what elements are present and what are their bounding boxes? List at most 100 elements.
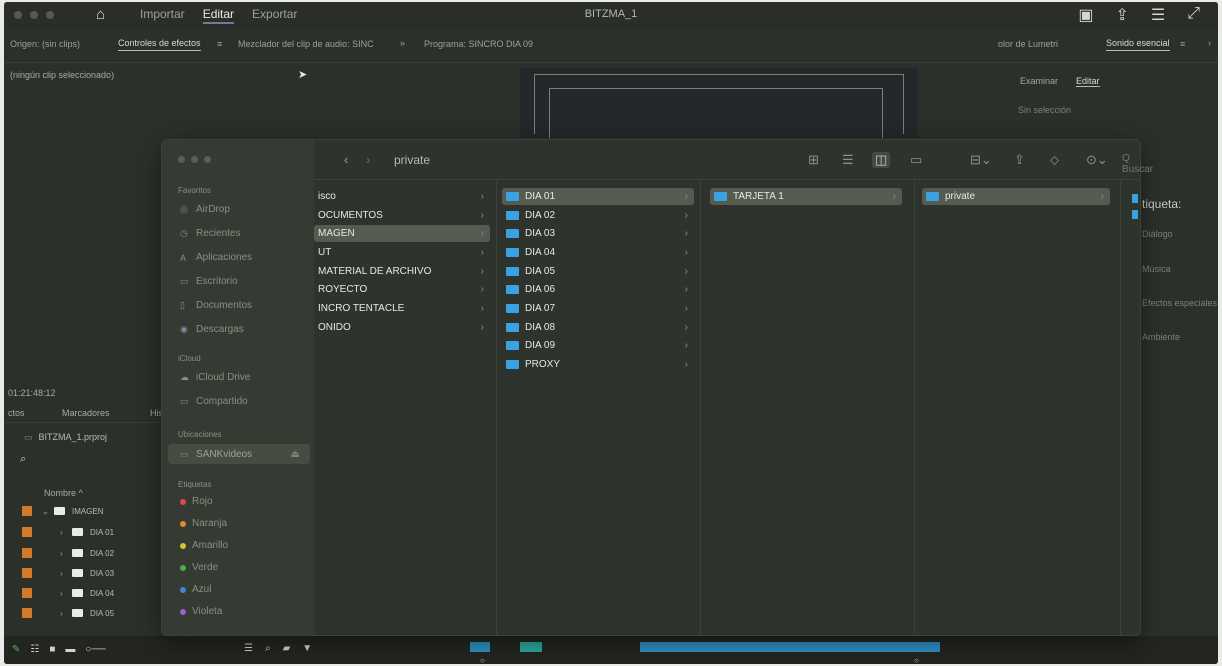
- finder-item-col2[interactable]: DIA 04 ›: [502, 244, 694, 261]
- finder-item-col1[interactable]: OCUMENTOS ›: [314, 207, 490, 224]
- sidebar-item-downloads[interactable]: ◉ Descargas: [180, 324, 244, 335]
- finder-item-col1[interactable]: isco ›: [314, 188, 490, 205]
- workspaces-icon[interactable]: ▣: [1078, 5, 1093, 25]
- tab-edit[interactable]: Editar: [1076, 76, 1100, 87]
- finder-item-col4-selected[interactable]: private ›: [922, 188, 1110, 205]
- pencil-icon[interactable]: ✎: [12, 644, 20, 655]
- close-window-button[interactable]: [14, 11, 22, 19]
- tab-lumetri-color[interactable]: olor de Lumetri: [998, 39, 1058, 49]
- list-view-icon[interactable]: ☰: [842, 152, 854, 168]
- tab-essential-sound[interactable]: Sonido esencial: [1106, 38, 1170, 51]
- finder-item-col2[interactable]: DIA 07 ›: [502, 300, 694, 317]
- name-column-header[interactable]: Nombre ^: [44, 488, 83, 498]
- timeline-audio-track[interactable]: [640, 642, 940, 652]
- list-view-icon[interactable]: ☷: [30, 644, 39, 655]
- finder-item-col1[interactable]: MATERIAL DE ARCHIVO ›: [314, 263, 490, 280]
- zoom-window-button[interactable]: [46, 11, 54, 19]
- finder-item-col2[interactable]: DIA 06 ›: [502, 281, 694, 298]
- finder-item-col1[interactable]: INCRO TENTACLE ›: [314, 300, 490, 317]
- tab-source[interactable]: Origen: (sin clips): [10, 39, 80, 49]
- expand-icon[interactable]: ⌄: [42, 507, 54, 516]
- finder-item-col1[interactable]: ONIDO ›: [314, 319, 490, 336]
- icon-view-icon[interactable]: ■: [49, 644, 55, 655]
- panel-scroll-icon[interactable]: ›: [1208, 38, 1211, 48]
- sidebar-tag-green[interactable]: Verde: [180, 562, 218, 573]
- delete-icon[interactable]: ▼: [302, 643, 312, 654]
- nav-import[interactable]: Importar: [140, 7, 185, 24]
- minimize-window-button[interactable]: [30, 11, 38, 19]
- column-view-icon[interactable]: ◫: [872, 152, 891, 168]
- project-search-icon[interactable]: ⌕: [20, 453, 26, 466]
- finder-item-col2[interactable]: DIA 05 ›: [502, 263, 694, 280]
- share-icon[interactable]: ⇪: [1014, 152, 1025, 168]
- sidebar-item-icloud-drive[interactable]: ☁ iCloud Drive: [180, 372, 250, 383]
- sidebar-item-shared[interactable]: ▭ Compartido: [180, 396, 248, 407]
- fullscreen-icon[interactable]: ⤢: [1187, 5, 1200, 25]
- finder-item-col2[interactable]: DIA 08 ›: [502, 319, 694, 336]
- finder-minimize-button[interactable]: [191, 156, 198, 163]
- sidebar-tag-blue[interactable]: Azul: [180, 584, 211, 595]
- forward-chevron-icon[interactable]: ›: [366, 152, 370, 167]
- chevron-right-icon[interactable]: ›: [60, 589, 72, 598]
- chevron-right-icon[interactable]: ›: [60, 609, 72, 618]
- sidebar-tag-orange[interactable]: Naranja: [180, 518, 227, 529]
- sidebar-tag-red[interactable]: Rojo: [180, 496, 213, 507]
- finder-item-col2[interactable]: DIA 09 ›: [502, 337, 694, 354]
- type-sfx-button[interactable]: Efectos especiales: [1142, 298, 1217, 308]
- zoom-slider-icon[interactable]: ○──: [85, 644, 105, 655]
- tag-icon[interactable]: ⬦: [1050, 152, 1059, 168]
- tab-browse[interactable]: Examinar: [1020, 76, 1058, 86]
- type-ambience-button[interactable]: Ambiente: [1142, 332, 1180, 342]
- finder-item-col3-selected[interactable]: TARJETA 1 ›: [710, 188, 902, 205]
- sidebar-tag-violet[interactable]: Violeta: [180, 606, 222, 617]
- folder-icon[interactable]: [1132, 210, 1138, 219]
- sidebar-tag-yellow[interactable]: Amarillo: [180, 540, 228, 551]
- project-row[interactable]: › DIA 05: [22, 606, 114, 620]
- finder-zoom-button[interactable]: [204, 156, 211, 163]
- chevron-right-icon[interactable]: ›: [60, 569, 72, 578]
- home-icon[interactable]: ⌂: [96, 6, 105, 23]
- finder-search-field[interactable]: Q Buscar: [1122, 153, 1153, 175]
- finder-item-col1[interactable]: UT ›: [314, 244, 490, 261]
- grid-view-icon[interactable]: ⊞: [808, 152, 819, 168]
- freeform-view-icon[interactable]: ▬: [65, 644, 75, 655]
- chevron-right-icon[interactable]: ›: [60, 549, 72, 558]
- finder-item-col1[interactable]: ROYECTO ›: [314, 281, 490, 298]
- more-panels-icon[interactable]: »: [400, 38, 405, 48]
- tab-program-monitor[interactable]: Programa: SINCRO DIA 09: [424, 39, 533, 49]
- essential-sound-menu-icon[interactable]: ≡: [1180, 39, 1185, 49]
- gallery-view-icon[interactable]: ▭: [910, 152, 922, 168]
- sidebar-item-applications[interactable]: A Aplicaciones: [180, 252, 252, 263]
- timeline-clip[interactable]: [520, 642, 542, 652]
- folder-icon[interactable]: [1132, 194, 1138, 203]
- tab-audio-clip-mixer[interactable]: Mezclador del clip de audio: SINC: [238, 39, 374, 49]
- finder-close-button[interactable]: [178, 156, 185, 163]
- sidebar-item-airdrop[interactable]: ◎ AirDrop: [180, 204, 230, 215]
- nav-export[interactable]: Exportar: [252, 7, 297, 24]
- timeline-clip[interactable]: [470, 642, 490, 652]
- panel-menu-icon[interactable]: ≡: [217, 39, 222, 49]
- sidebar-item-desktop[interactable]: ▭ Escritorio: [180, 276, 238, 287]
- sort-icon[interactable]: ☰: [244, 643, 253, 654]
- group-icon[interactable]: ⊟⌄: [970, 152, 992, 168]
- sidebar-item-recents[interactable]: ◷ Recientes: [180, 228, 240, 239]
- project-row[interactable]: › DIA 02: [22, 546, 114, 560]
- back-chevron-icon[interactable]: ‹: [344, 152, 348, 167]
- finder-item-col2[interactable]: PROXY ›: [502, 356, 694, 373]
- project-row[interactable]: › DIA 03: [22, 566, 114, 580]
- menu-icon[interactable]: ☰: [1151, 5, 1165, 25]
- sidebar-item-sankvideos[interactable]: ▭ SANKvideos ⏏: [168, 444, 310, 464]
- finder-item-col2[interactable]: DIA 02 ›: [502, 207, 694, 224]
- search-icon[interactable]: ⌕: [265, 643, 271, 654]
- sidebar-item-documents[interactable]: ▯ Documentos: [180, 300, 252, 311]
- finder-item-col2[interactable]: DIA 03 ›: [502, 225, 694, 242]
- window-controls[interactable]: [14, 11, 54, 19]
- finder-item-col2-selected[interactable]: DIA 01 ›: [502, 188, 694, 205]
- share-icon[interactable]: ⇪: [1115, 5, 1128, 25]
- action-menu-icon[interactable]: ⊙⌄: [1086, 152, 1108, 168]
- project-row[interactable]: › DIA 01: [22, 525, 114, 539]
- new-bin-icon[interactable]: ▰: [283, 643, 291, 654]
- project-row[interactable]: › DIA 04: [22, 586, 114, 600]
- project-row-imagen[interactable]: ⌄ IMAGEN: [22, 504, 104, 518]
- tab-effects[interactable]: ctos: [8, 408, 25, 418]
